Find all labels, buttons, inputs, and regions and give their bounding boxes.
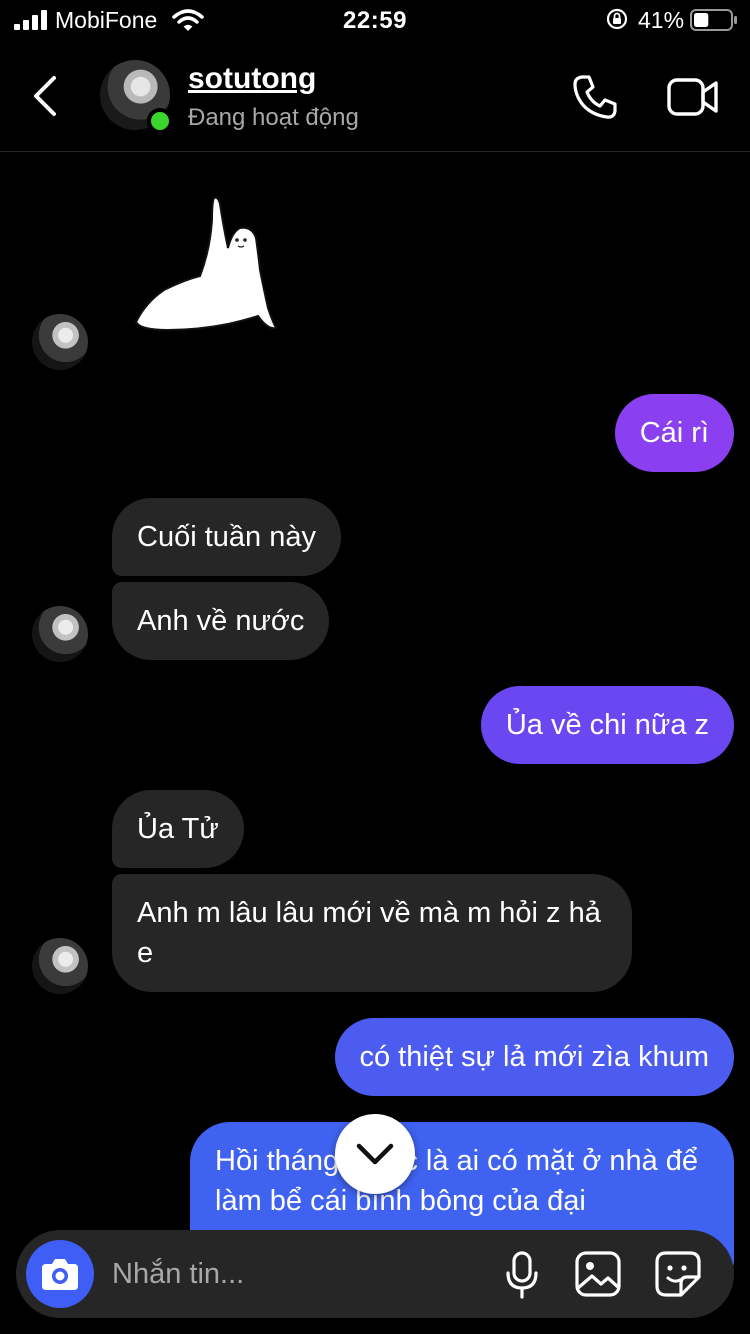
sender-avatar[interactable] <box>32 938 88 994</box>
active-status: Đang hoạt động <box>188 104 359 131</box>
gallery-icon[interactable] <box>574 1250 622 1298</box>
camera-button[interactable] <box>26 1240 94 1308</box>
back-icon[interactable] <box>28 74 64 118</box>
message-composer <box>16 1230 734 1318</box>
status-bar: MobiFone 22:59 41% <box>0 0 750 44</box>
message-text: Cuối tuần này <box>137 521 316 553</box>
message-text: Ủa về chi nữa z <box>505 709 709 741</box>
battery-percentage: 41% <box>638 7 685 33</box>
message-text: Hồi tháng trước là ai có mặt ở nhà để là… <box>215 1145 699 1217</box>
contact-username[interactable]: sotutong <box>188 62 316 96</box>
message-text: Anh về nước <box>137 605 305 637</box>
sender-avatar[interactable] <box>32 606 88 662</box>
message-text: Anh m lâu lâu mới về mà m hỏi z hả e <box>137 897 601 969</box>
message-bubble-outgoing[interactable]: có thiệt sự lả mới zìa khum <box>334 1018 734 1096</box>
waving-seal-sticker[interactable] <box>128 190 288 340</box>
sticker-icon[interactable] <box>654 1250 702 1298</box>
chat-header: sotutong Đang hoạt động <box>0 44 750 152</box>
message-bubble-outgoing[interactable]: Ủa về chi nữa z <box>480 686 734 764</box>
message-text: Cái rì <box>639 417 709 449</box>
message-bubble-incoming[interactable]: Ủa Tử <box>112 790 244 868</box>
message-bubble-incoming[interactable]: Anh m lâu lâu mới về mà m hỏi z hả e <box>112 874 632 992</box>
battery-icon <box>690 9 737 31</box>
message-bubble-incoming[interactable]: Cuối tuần này <box>112 498 341 576</box>
message-bubble-incoming[interactable]: Anh về nước <box>112 582 330 660</box>
message-text: có thiệt sự lả mới zìa khum <box>359 1041 710 1073</box>
chevron-down-icon <box>356 1143 394 1165</box>
sender-avatar[interactable] <box>32 314 88 370</box>
phone-call-icon[interactable] <box>570 72 620 122</box>
rotation-lock-icon <box>606 8 628 30</box>
message-input[interactable] <box>112 1254 472 1294</box>
video-call-icon[interactable] <box>666 74 720 120</box>
scroll-to-bottom-button[interactable] <box>335 1114 415 1194</box>
message-bubble-outgoing[interactable]: Cái rì <box>614 394 734 472</box>
message-text: Ủa Tử <box>137 813 219 845</box>
microphone-icon[interactable] <box>504 1250 540 1300</box>
online-status-dot <box>147 108 173 134</box>
camera-icon <box>42 1259 78 1290</box>
